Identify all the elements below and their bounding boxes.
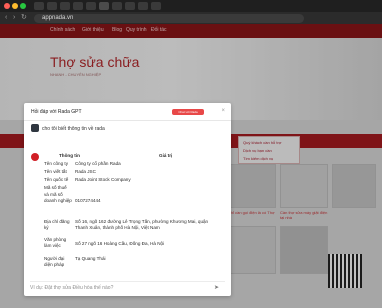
browser-tab[interactable] xyxy=(125,2,135,10)
forward-icon[interactable]: › xyxy=(13,14,15,22)
row-key: Địa chỉ đăng ký xyxy=(44,219,70,230)
user-message: cho tôi biết thông tin về rada xyxy=(31,124,224,134)
tab-bar xyxy=(0,0,382,12)
chat-badge[interactable]: Chat với Rada xyxy=(172,109,204,115)
row-key: và mã số doanh nghiệp xyxy=(44,192,72,203)
table-header: Giá trị xyxy=(159,153,173,158)
minimize-window-icon[interactable] xyxy=(12,3,18,9)
modal-title: Hỏi đáp với Rada GPT xyxy=(31,109,82,115)
browser-tab[interactable] xyxy=(112,2,122,10)
chat-input-bar: Ví dụ: Đặt thợ sửa Điều hòa thế nào? ➤ xyxy=(30,281,225,293)
url-input[interactable]: appnada.vn xyxy=(34,14,304,23)
row-key: Tên quốc tế xyxy=(44,177,69,182)
browser-tab[interactable] xyxy=(34,2,44,10)
row-key: Mã số thuế xyxy=(44,185,67,190)
back-icon[interactable]: ‹ xyxy=(5,14,7,22)
browser-tab-active[interactable] xyxy=(99,2,109,10)
send-icon[interactable]: ➤ xyxy=(214,284,219,291)
user-question: cho tôi biết thông tin về rada xyxy=(42,126,105,132)
reload-icon[interactable]: ↻ xyxy=(21,14,27,22)
browser-tab[interactable] xyxy=(151,2,161,10)
info-table: Thông tin Giá trị Tên công ty Công ty cổ… xyxy=(44,153,224,270)
row-value: Tạ Quang Thái xyxy=(75,256,106,261)
row-key: Tên công ty xyxy=(44,161,69,166)
row-value: Số 16, ngõ 162 đường Lê Trọng Tấn, phườn… xyxy=(75,219,209,230)
row-key: Văn phòng làm việc xyxy=(44,237,67,248)
browser-tab[interactable] xyxy=(138,2,148,10)
browser-tabs xyxy=(34,2,362,10)
row-key: Người đại diện pháp xyxy=(44,256,65,267)
close-icon[interactable]: × xyxy=(221,108,225,114)
modal-header: Hỏi đáp với Rada GPT Chat với Rada × xyxy=(24,103,231,121)
rada-logo-icon xyxy=(31,153,39,161)
browser-tab[interactable] xyxy=(60,2,70,10)
user-avatar xyxy=(31,124,39,132)
chat-modal: Hỏi đáp với Rada GPT Chat với Rada × cho… xyxy=(24,103,231,296)
maximize-window-icon[interactable] xyxy=(20,3,26,9)
row-value: Rada Joint Stock Company xyxy=(75,177,131,182)
browser-tab[interactable] xyxy=(86,2,96,10)
row-value: 0107274444 xyxy=(75,198,101,203)
chat-input[interactable]: Ví dụ: Đặt thợ sửa Điều hòa thế nào? xyxy=(30,285,113,291)
browser-tab[interactable] xyxy=(73,2,83,10)
browser-tab[interactable] xyxy=(47,2,57,10)
row-key: Tên viết tắt xyxy=(44,169,67,174)
close-window-icon[interactable] xyxy=(4,3,10,9)
table-header: Thông tin xyxy=(59,153,80,158)
row-value: Số 27 ngõ 16 Hoàng Cầu, Đống Đa, Hà Nội xyxy=(75,241,165,246)
row-value: Rada JSC xyxy=(75,169,96,174)
row-value: Công ty cổ phần Rada xyxy=(75,161,121,166)
